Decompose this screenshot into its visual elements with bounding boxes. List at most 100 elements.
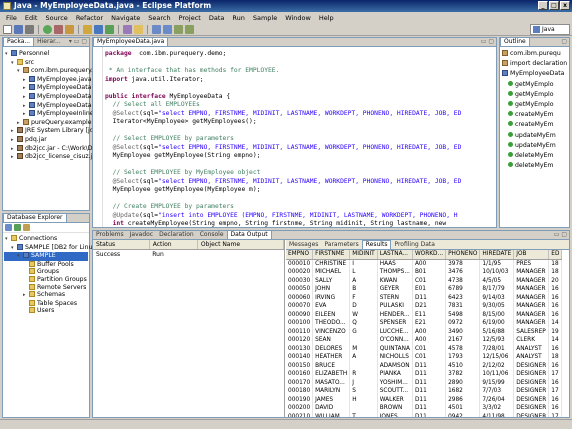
- open-type-icon[interactable]: [123, 24, 132, 34]
- menu-help[interactable]: Help: [315, 14, 338, 22]
- package-tree-item[interactable]: ▾ Personnel: [4, 50, 88, 59]
- database-tree-item[interactable]: ▾ SAMPLE: [4, 252, 88, 261]
- table-row[interactable]: 000060 IRVING F STERN D11 6423 9/14/03 MANAGER 1…: [286, 293, 563, 302]
- outline-item[interactable]: getMyEmplo: [501, 80, 568, 90]
- package-tree-item[interactable]: ▸ MyEmployeeData: [4, 92, 91, 102]
- external-tools-icon[interactable]: [65, 24, 74, 34]
- menu-edit[interactable]: Edit: [21, 14, 42, 22]
- code-area[interactable]: package com.ibm.purequery.demo; * An int…: [105, 50, 494, 227]
- maximize-button[interactable]: □: [549, 1, 559, 10]
- menu-project[interactable]: Project: [175, 14, 205, 22]
- tab-parameters[interactable]: Parameters: [321, 241, 361, 249]
- table-row[interactable]: 000010 CHRISTINE I HAAS A00 3978 1/1/95 PRES 18: [286, 259, 563, 268]
- tab-profiling-data[interactable]: Profiling Data: [391, 241, 437, 249]
- package-tree-item[interactable]: ▾ src: [4, 58, 88, 68]
- database-tree-item[interactable]: ▾ Connections: [4, 235, 88, 244]
- tab-problems[interactable]: Problems: [93, 231, 127, 239]
- outline-item[interactable]: deleteMyEm: [501, 151, 568, 161]
- column-header-status[interactable]: Status: [93, 240, 150, 250]
- tab-messages[interactable]: Messages: [286, 241, 321, 249]
- outline-item[interactable]: getMyEmplo: [501, 100, 568, 110]
- status-row[interactable]: Success Run: [93, 250, 284, 260]
- table-row[interactable]: 000140 HEATHER A NICHOLLS C01 1793 12/15/06 ANA…: [286, 353, 563, 362]
- database-tree-item[interactable]: Users: [4, 307, 88, 315]
- new-connection-icon[interactable]: [14, 224, 21, 231]
- table-row[interactable]: 000110 VINCENZO G LUCCHE... A00 3490 5/16/88 SA…: [286, 327, 563, 336]
- package-tree-item[interactable]: ▸ MyEmployeeData: [4, 101, 91, 111]
- table-row[interactable]: 000180 MARILYN S SCOUTT... D11 1682 7/7/03 DESI…: [286, 387, 563, 396]
- database-tree-item[interactable]: Partition Groups: [4, 275, 88, 284]
- menu-run[interactable]: Run: [228, 14, 248, 22]
- package-tree-item[interactable]: ▸ MyEmployeeData: [4, 84, 91, 93]
- close-button[interactable]: x: [560, 1, 570, 10]
- tab-database-explorer[interactable]: Database Explorer: [3, 213, 67, 222]
- table-row[interactable]: 000090 EILEEN W HENDER... E11 5498 8/15/00 MANA…: [286, 310, 563, 319]
- tab-console[interactable]: Console: [197, 231, 227, 239]
- outline-item[interactable]: updateMyEm: [501, 141, 568, 151]
- bottom-panel-controls[interactable]: ▭ ▢: [554, 231, 567, 239]
- menu-sample[interactable]: Sample: [249, 14, 281, 22]
- database-tree-item[interactable]: Table Spaces: [4, 299, 88, 308]
- database-tree-item[interactable]: Remote Servers: [4, 283, 88, 292]
- package-tree-item[interactable]: ▸ JRE System Library [jdk]: [4, 127, 100, 136]
- package-tree-item[interactable]: ▸ db2jcc.jar - C:\Work\D: [4, 144, 93, 154]
- package-tree-item[interactable]: ▸ pureQuery.example: [4, 118, 92, 128]
- new-file-icon[interactable]: [3, 24, 12, 34]
- minimize-button[interactable]: _: [538, 1, 548, 10]
- column-header-hiredate[interactable]: HIREDATE: [479, 250, 515, 260]
- new-package-icon[interactable]: [94, 24, 103, 34]
- column-header-object-name[interactable]: Object Name: [197, 240, 284, 250]
- outline-item[interactable]: getMyEmplo: [501, 90, 568, 100]
- debug-icon[interactable]: [54, 24, 63, 34]
- table-row[interactable]: 000170 MASATO... J YOSHIM... D11 2890 9/15/99 D…: [286, 378, 563, 387]
- outline-item[interactable]: deleteMyEm: [501, 161, 568, 171]
- table-row[interactable]: 000020 MICHAEL L THOMPS... B01 3476 10/10/03 MA…: [286, 268, 563, 277]
- view-menu-icon[interactable]: ▾ ▭ ▢: [69, 38, 87, 46]
- column-header-action[interactable]: Action: [149, 240, 198, 250]
- outline-item[interactable]: MyEmployeeData: [501, 69, 568, 79]
- menu-source[interactable]: Source: [41, 14, 71, 22]
- tab-declaration[interactable]: Declaration: [156, 231, 197, 239]
- tab-outline[interactable]: Outline: [500, 37, 530, 46]
- menu-refactor[interactable]: Refactor: [72, 14, 107, 22]
- table-row[interactable]: 000150 BRUCE ADAMSON D11 4510 2/12/02 DESIGNER…: [286, 361, 563, 370]
- column-header-ed[interactable]: ED: [548, 250, 563, 260]
- tab-myemployeedata-java[interactable]: MyEmployeeData.java: [93, 37, 169, 46]
- table-row[interactable]: 000070 EVA D PULASKI D21 7831 9/30/05 MANAGER 16: [286, 302, 563, 311]
- save-icon[interactable]: [14, 24, 23, 34]
- database-tree-item[interactable]: Buffer Pools: [4, 260, 88, 269]
- menu-data[interactable]: Data: [205, 14, 229, 22]
- table-row[interactable]: 000120 SEAN O'CONN... A00 2167 12/5/93 CLERK 14: [286, 336, 563, 345]
- back-icon[interactable]: [174, 24, 183, 34]
- package-tree-item[interactable]: ▸ db2jcc_license_cisuz.jar: [4, 153, 99, 162]
- table-row[interactable]: 000100 THEODO... Q SPENSER E21 0972 6/19/00 MAN…: [286, 319, 563, 328]
- table-row[interactable]: 000190 JAMES H WALKER D11 2986 7/26/04 DESIGNER…: [286, 395, 563, 404]
- menu-search[interactable]: Search: [144, 14, 174, 22]
- column-header-job[interactable]: JOB: [513, 250, 550, 260]
- print-icon[interactable]: [25, 24, 34, 34]
- menu-navigate[interactable]: Navigate: [107, 14, 144, 22]
- table-row[interactable]: 000130 DELORES M QUINTANA C01 4578 7/28/01 ANAL…: [286, 344, 563, 353]
- package-tree-item[interactable]: ▸ MyEmployee.java: [4, 75, 92, 85]
- new-java-project-icon[interactable]: [83, 24, 92, 34]
- refresh-icon[interactable]: [23, 224, 30, 231]
- column-header-phoneno[interactable]: PHONENO: [445, 250, 481, 260]
- tab-javadoc[interactable]: Javadoc: [127, 231, 156, 239]
- tab-hierar[interactable]: Hierar...: [34, 38, 64, 46]
- outline-item[interactable]: com.ibm.purequ: [501, 49, 568, 59]
- outline-item[interactable]: createMyEm: [501, 110, 568, 120]
- table-row[interactable]: 000050 JOHN B GEYER E01 6789 8/17/79 MANAGER 16: [286, 285, 563, 294]
- package-tree-item[interactable]: ▸ pdq.jar: [4, 135, 88, 145]
- table-row[interactable]: 000160 ELIZABETH R PIANKA D11 3782 10/11/06 DES…: [286, 370, 563, 379]
- menu-file[interactable]: File: [2, 14, 21, 22]
- database-tree-item[interactable]: ▸ Schemas: [4, 291, 88, 300]
- column-header-midinit[interactable]: MIDINIT: [349, 250, 378, 260]
- forward-icon[interactable]: [185, 24, 194, 34]
- search-icon[interactable]: [134, 24, 143, 34]
- table-row[interactable]: 000200 DAVID BROWN D11 4501 3/3/02 DESIGNER 16: [286, 404, 563, 413]
- new-class-icon[interactable]: [105, 24, 114, 34]
- outline-controls[interactable]: ▢: [561, 38, 567, 46]
- outline-item[interactable]: updateMyEm: [501, 131, 568, 141]
- table-row[interactable]: 000210 WILLIAM T JONES D11 0942 4/11/98 DESIGNE…: [286, 412, 563, 417]
- column-header-empno[interactable]: EMPNO: [286, 250, 314, 260]
